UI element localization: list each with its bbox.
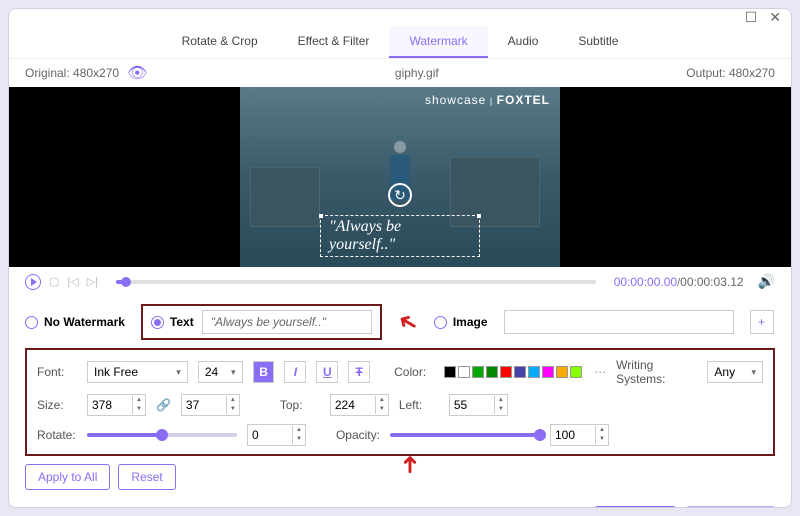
color-label: Color: xyxy=(394,365,434,379)
titlebar: ☐ ✕ xyxy=(9,9,791,26)
app-window: ☐ ✕ Rotate & Crop Effect & Filter Waterm… xyxy=(8,8,792,508)
tabs-bar: Rotate & Crop Effect & Filter Watermark … xyxy=(9,26,791,59)
underline-button[interactable]: U xyxy=(316,361,338,383)
opacity-slider[interactable] xyxy=(390,433,540,437)
writing-systems-select[interactable]: Any xyxy=(707,361,763,383)
play-button[interactable] xyxy=(25,274,41,290)
dialog-footer: OK Cancel xyxy=(9,498,791,508)
color-swatch[interactable] xyxy=(444,366,456,378)
prev-frame-button[interactable]: |◁ xyxy=(67,275,78,288)
watermark-overlay[interactable]: "Always be yourself.." xyxy=(320,215,480,257)
font-select[interactable]: Ink Free xyxy=(87,361,188,383)
properties-panel: Font: Ink Free 24 B I U Ŧ Color: ⋯ Writi… xyxy=(25,348,775,456)
strikethrough-button[interactable]: Ŧ xyxy=(348,361,370,383)
rotate-stepper[interactable]: ▲▼ xyxy=(247,424,306,446)
radio-icon xyxy=(25,316,38,329)
opacity-stepper[interactable]: ▲▼ xyxy=(550,424,609,446)
height-stepper[interactable]: ▲▼ xyxy=(181,394,240,416)
fontsize-select[interactable]: 24 xyxy=(198,361,243,383)
original-size-label: Original: 480x270 xyxy=(25,66,119,80)
radio-icon xyxy=(151,316,164,329)
filename-label: giphy.gif xyxy=(395,66,439,80)
text-watermark-group: Text xyxy=(141,304,382,340)
close-icon[interactable]: ✕ xyxy=(769,9,781,26)
color-swatch[interactable] xyxy=(570,366,582,378)
more-colors-icon[interactable]: ⋯ xyxy=(594,365,606,379)
timecode: 00:00:00.00/00:00:03.12 xyxy=(614,275,744,289)
italic-button[interactable]: I xyxy=(284,361,306,383)
top-stepper[interactable]: ▲▼ xyxy=(330,394,389,416)
watermark-text-input[interactable] xyxy=(202,310,372,334)
video-frame: showcase | FOXTEL ↻ "Always be yourself.… xyxy=(240,87,560,267)
opacity-label: Opacity: xyxy=(336,428,380,442)
tab-rotate-crop[interactable]: Rotate & Crop xyxy=(162,26,278,58)
watermark-type-row: No Watermark Text ➜ Image + xyxy=(9,296,791,348)
replay-icon[interactable]: ↻ xyxy=(388,183,412,207)
stop-button[interactable]: ▢ xyxy=(49,275,59,288)
text-label: Text xyxy=(170,315,194,329)
tab-audio[interactable]: Audio xyxy=(488,26,559,58)
color-swatch[interactable] xyxy=(514,366,526,378)
writing-systems-label: Writing Systems: xyxy=(616,358,697,386)
color-swatch[interactable] xyxy=(458,366,470,378)
ok-button[interactable]: OK xyxy=(594,506,675,508)
rotate-label: Rotate: xyxy=(37,428,77,442)
font-label: Font: xyxy=(37,365,77,379)
brand-overlay: showcase | FOXTEL xyxy=(425,93,550,107)
volume-icon[interactable]: 🔊 xyxy=(758,273,775,290)
maximize-icon[interactable]: ☐ xyxy=(745,9,758,26)
info-bar: Original: 480x270 👁 giphy.gif Output: 48… xyxy=(9,59,791,87)
output-size-label: Output: 480x270 xyxy=(686,66,775,80)
next-frame-button[interactable]: ▷| xyxy=(87,275,98,288)
annotation-arrow-icon: ➜ xyxy=(396,454,425,474)
no-watermark-label: No Watermark xyxy=(44,315,125,329)
visibility-icon[interactable]: 👁 xyxy=(127,63,147,83)
tab-effect-filter[interactable]: Effect & Filter xyxy=(278,26,390,58)
annotation-arrow-icon: ➜ xyxy=(392,304,424,339)
color-swatch[interactable] xyxy=(556,366,568,378)
size-label: Size: xyxy=(37,398,77,412)
tab-watermark[interactable]: Watermark xyxy=(389,26,487,58)
action-buttons-row: Apply to All Reset ➜ xyxy=(9,456,791,498)
bold-button[interactable]: B xyxy=(253,361,275,383)
color-swatch[interactable] xyxy=(472,366,484,378)
color-swatches xyxy=(444,366,582,378)
color-swatch[interactable] xyxy=(542,366,554,378)
left-stepper[interactable]: ▲▼ xyxy=(449,394,508,416)
top-label: Top: xyxy=(280,398,320,412)
link-icon[interactable]: 🔗 xyxy=(156,398,171,412)
image-label: Image xyxy=(453,315,488,329)
image-watermark-option[interactable]: Image xyxy=(434,315,488,329)
text-watermark-option[interactable]: Text xyxy=(151,315,194,329)
color-swatch[interactable] xyxy=(528,366,540,378)
apply-to-all-button[interactable]: Apply to All xyxy=(25,464,110,490)
image-path-input[interactable] xyxy=(504,310,734,334)
radio-icon xyxy=(434,316,447,329)
video-preview[interactable]: showcase | FOXTEL ↻ "Always be yourself.… xyxy=(9,87,791,267)
rotate-slider[interactable] xyxy=(87,433,237,437)
cancel-button[interactable]: Cancel xyxy=(686,506,775,508)
no-watermark-option[interactable]: No Watermark xyxy=(25,315,125,329)
color-swatch[interactable] xyxy=(486,366,498,378)
color-swatch[interactable] xyxy=(500,366,512,378)
width-stepper[interactable]: ▲▼ xyxy=(87,394,146,416)
reset-button[interactable]: Reset xyxy=(118,464,175,490)
playback-bar: ▢ |◁ ▷| 00:00:00.00/00:00:03.12 🔊 xyxy=(9,267,791,296)
left-label: Left: xyxy=(399,398,439,412)
timeline-slider[interactable] xyxy=(116,280,596,284)
tab-subtitle[interactable]: Subtitle xyxy=(558,26,638,58)
add-image-button[interactable]: + xyxy=(750,310,774,334)
